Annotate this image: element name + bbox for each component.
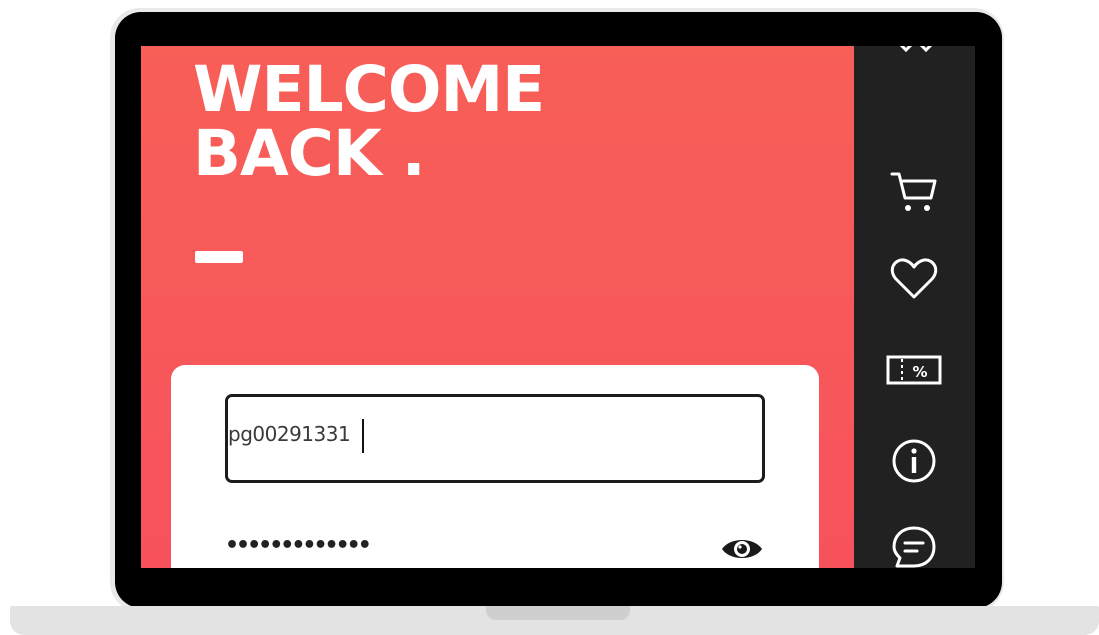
coupon-button[interactable]: % [886,342,942,398]
sidebar: % [854,46,975,568]
cart-icon [890,172,937,211]
wishlist-button[interactable] [886,251,942,307]
screen: WELCOME BACK . pg00291331 ••••••••••••• [141,46,975,568]
username-value: pg00291331 [228,422,351,446]
laptop-notch [486,606,630,620]
title-line-1: WELCOME [193,53,545,126]
info-icon [892,439,936,483]
heart-icon [890,258,938,299]
chevrons-icon[interactable] [892,46,940,54]
login-card: pg00291331 ••••••••••••• [171,365,819,568]
coupon-icon: % [886,355,942,385]
chat-button[interactable] [886,520,942,568]
svg-text:%: % [912,363,927,381]
password-value: ••••••••••••• [225,533,372,558]
page-title: WELCOME BACK . [193,53,545,190]
title-line-2: BACK . [193,117,426,190]
chat-icon [892,526,936,568]
text-caret [362,419,364,453]
eye-icon[interactable] [720,533,764,565]
password-field[interactable]: ••••••••••••• [225,525,765,568]
title-underline [195,251,243,263]
hero-panel: WELCOME BACK . pg00291331 ••••••••••••• [141,46,854,568]
username-field[interactable]: pg00291331 [225,394,765,483]
cart-button[interactable] [886,164,942,220]
info-button[interactable] [886,433,942,489]
